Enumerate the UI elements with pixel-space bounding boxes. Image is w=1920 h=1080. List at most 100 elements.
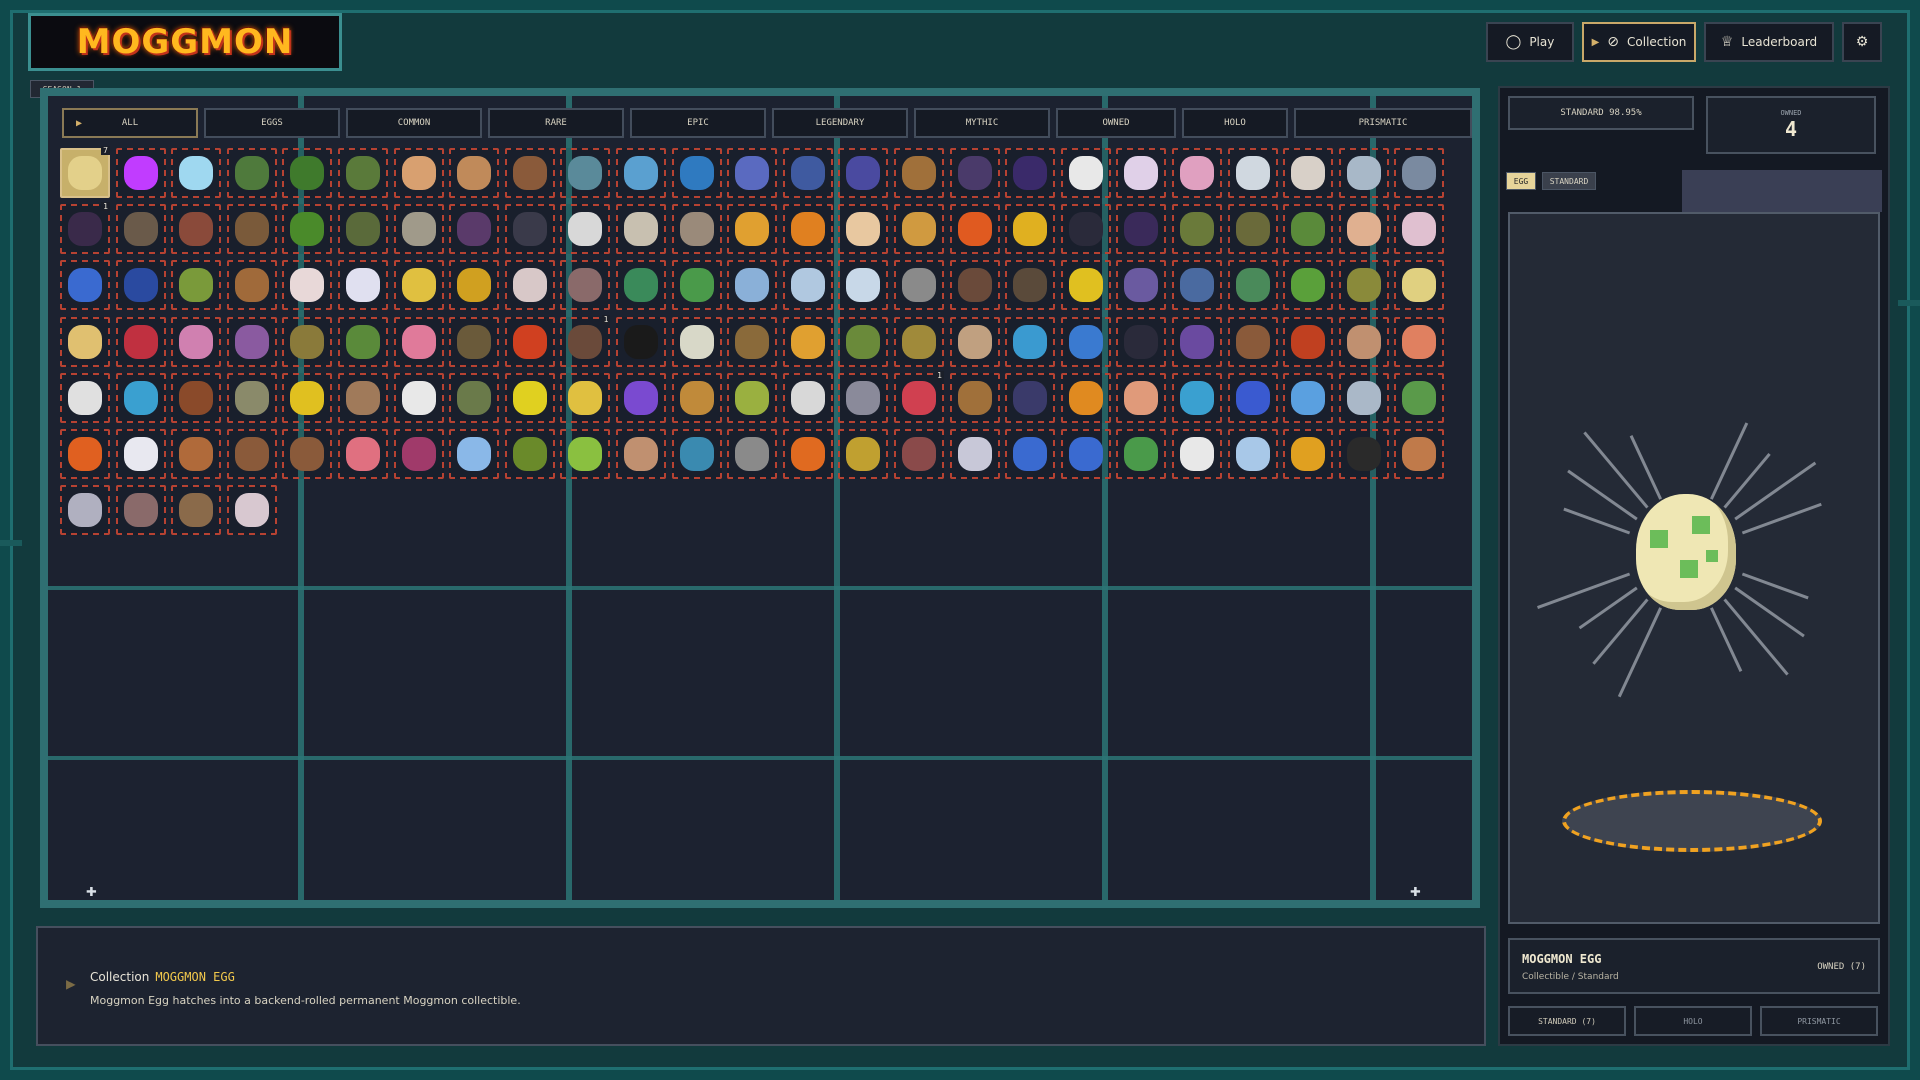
nav-leaderboard-button[interactable]: ♕ Leaderboard — [1704, 22, 1834, 62]
collection-card[interactable] — [282, 429, 333, 479]
steam-link-button[interactable]: ⚙ — [1842, 22, 1882, 62]
collection-card[interactable] — [727, 260, 778, 311]
collection-card[interactable] — [894, 148, 944, 198]
collection-card[interactable] — [616, 372, 666, 423]
collection-card[interactable] — [894, 204, 944, 255]
collection-card[interactable] — [504, 316, 555, 367]
collection-card[interactable] — [1394, 204, 1445, 255]
collection-card[interactable] — [616, 148, 666, 198]
collection-card[interactable] — [727, 316, 778, 367]
filter-all[interactable]: ▶ ALL — [62, 108, 198, 138]
collection-card[interactable] — [1005, 148, 1056, 198]
collection-card[interactable] — [1394, 316, 1445, 367]
collection-card[interactable] — [782, 429, 833, 479]
collection-card[interactable] — [560, 204, 611, 255]
collection-card[interactable] — [894, 260, 944, 311]
collection-card[interactable] — [171, 204, 222, 255]
collection-card[interactable] — [1172, 260, 1222, 311]
collection-card[interactable] — [1060, 260, 1111, 311]
collection-card[interactable] — [449, 260, 500, 311]
collection-card[interactable] — [282, 204, 333, 255]
collection-card[interactable] — [171, 372, 222, 423]
collection-card[interactable] — [226, 204, 277, 255]
variant-standard-button[interactable]: STANDARD (7) — [1508, 1006, 1626, 1036]
collection-card[interactable] — [171, 260, 222, 311]
collection-card[interactable] — [282, 148, 333, 198]
collection-card[interactable] — [838, 316, 889, 367]
collection-card[interactable] — [115, 429, 166, 479]
collection-card[interactable] — [1394, 260, 1445, 311]
tag-standard[interactable]: STANDARD — [1542, 172, 1596, 190]
collection-card[interactable] — [727, 148, 778, 198]
collection-card[interactable] — [1338, 429, 1389, 479]
collection-card[interactable]: 1 — [894, 370, 944, 423]
collection-card[interactable] — [449, 148, 500, 198]
filter-owned[interactable]: OWNED — [1056, 108, 1176, 138]
collection-card[interactable] — [616, 260, 666, 311]
collection-card[interactable] — [727, 372, 778, 423]
collection-card[interactable] — [226, 148, 277, 198]
collection-card[interactable] — [838, 372, 889, 423]
collection-card[interactable] — [1060, 204, 1111, 255]
collection-card[interactable] — [115, 260, 166, 311]
collection-card[interactable] — [1005, 204, 1056, 255]
collection-card[interactable] — [1005, 429, 1056, 479]
collection-card[interactable] — [1338, 316, 1389, 367]
collection-card[interactable] — [616, 316, 666, 367]
collection-card[interactable]: 1 — [560, 314, 611, 367]
filter-holo[interactable]: HOLO — [1182, 108, 1288, 138]
collection-card[interactable] — [560, 429, 611, 479]
collection-card[interactable] — [1338, 204, 1389, 255]
collection-card[interactable] — [949, 260, 1000, 311]
collection-card[interactable] — [1394, 372, 1445, 423]
collection-card[interactable] — [1394, 148, 1445, 198]
collection-card[interactable] — [504, 204, 555, 255]
collection-card[interactable] — [560, 372, 611, 423]
collection-card[interactable] — [838, 204, 889, 255]
collection-card[interactable] — [60, 372, 110, 423]
collection-card[interactable] — [1172, 316, 1222, 367]
collection-card[interactable] — [1283, 260, 1334, 311]
collection-card[interactable] — [671, 429, 722, 479]
collection-card[interactable] — [60, 316, 110, 367]
variant-prismatic-button[interactable]: PRISMATIC — [1760, 1006, 1878, 1036]
collection-card[interactable] — [671, 316, 722, 367]
collection-card[interactable] — [1172, 148, 1222, 198]
collection-card[interactable] — [115, 372, 166, 423]
collection-card[interactable] — [616, 429, 666, 479]
collection-card[interactable] — [1338, 148, 1389, 198]
collection-card[interactable] — [671, 148, 722, 198]
collection-card[interactable] — [1172, 372, 1222, 423]
collection-card[interactable] — [1283, 204, 1334, 255]
collection-card[interactable] — [1005, 372, 1056, 423]
collection-card[interactable]: 7 — [60, 146, 110, 198]
collection-card[interactable] — [504, 429, 555, 479]
collection-card[interactable] — [1227, 260, 1278, 311]
collection-card[interactable]: 1 — [60, 202, 110, 255]
collection-card[interactable] — [782, 148, 833, 198]
tag-egg[interactable]: EGG — [1506, 172, 1536, 190]
collection-card[interactable] — [1283, 148, 1334, 198]
collection-card[interactable] — [727, 429, 778, 479]
collection-card[interactable] — [949, 204, 1000, 255]
variant-holo-button[interactable]: HOLO — [1634, 1006, 1752, 1036]
collection-card[interactable] — [782, 260, 833, 311]
collection-card[interactable] — [282, 260, 333, 311]
collection-card[interactable] — [226, 485, 277, 536]
collection-card[interactable] — [1060, 316, 1111, 367]
filter-mythic[interactable]: MYTHIC — [914, 108, 1050, 138]
collection-card[interactable] — [338, 429, 388, 479]
collection-card[interactable] — [1060, 148, 1111, 198]
collection-card[interactable] — [171, 148, 222, 198]
filter-eggs[interactable]: EGGS — [204, 108, 340, 138]
collection-card[interactable] — [671, 204, 722, 255]
nav-play-button[interactable]: ◯ Play — [1486, 22, 1574, 62]
collection-card[interactable] — [338, 148, 388, 198]
collection-card[interactable] — [393, 148, 444, 198]
collection-card[interactable] — [949, 316, 1000, 367]
collection-card[interactable] — [782, 204, 833, 255]
collection-card[interactable] — [838, 260, 889, 311]
collection-card[interactable] — [894, 429, 944, 479]
nav-collection-button[interactable]: ▶ ⊘ Collection — [1582, 22, 1696, 62]
collection-card[interactable] — [282, 372, 333, 423]
